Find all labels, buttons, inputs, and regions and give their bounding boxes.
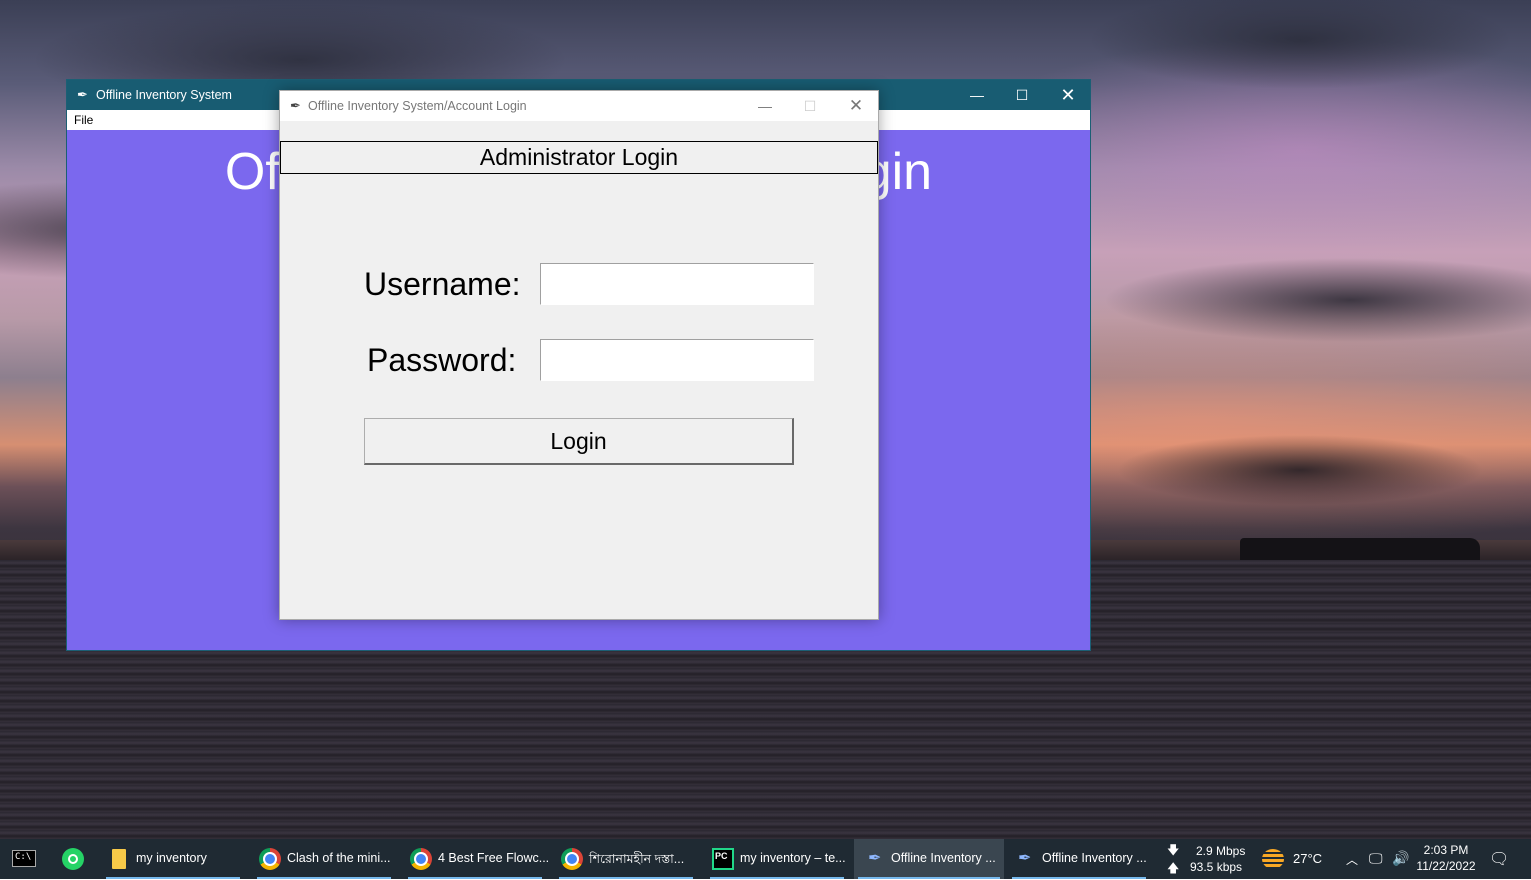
taskbar-item-whatsapp[interactable] bbox=[50, 839, 98, 879]
maximize-icon[interactable]: ☐ bbox=[999, 80, 1045, 110]
chevron-up-icon[interactable]: ︿ bbox=[1346, 851, 1358, 871]
close-icon[interactable]: ✕ bbox=[833, 91, 879, 121]
clock-date: 11/22/2022 bbox=[1416, 859, 1476, 873]
minimize-icon[interactable]: — bbox=[742, 91, 788, 121]
dialog-header: Administrator Login bbox=[280, 141, 878, 174]
taskbar-item-offline-inventory-1[interactable]: ✒ Offline Inventory ... bbox=[854, 839, 1004, 879]
taskbar-item-pycharm[interactable]: PC my inventory – te... bbox=[706, 839, 848, 879]
dialog-titlebar[interactable]: ✒ Offline Inventory System/Account Login… bbox=[280, 91, 878, 121]
clock-time: 2:03 PM bbox=[1423, 843, 1469, 857]
minimize-icon[interactable]: — bbox=[954, 80, 1000, 110]
taskbar-item-label: my inventory bbox=[136, 851, 207, 865]
download-speed: 2.9 Mbps bbox=[1196, 844, 1246, 858]
chrome-icon bbox=[561, 848, 583, 870]
feather-icon: ✒ bbox=[1018, 850, 1032, 867]
upload-speed: 93.5 kbps bbox=[1190, 860, 1243, 874]
taskbar-item-label: 4 Best Free Flowc... bbox=[438, 851, 550, 865]
feather-icon: ✒ bbox=[290, 98, 301, 113]
maximize-icon: ☐ bbox=[803, 98, 817, 114]
taskbar-item-terminal[interactable]: C:\ bbox=[0, 839, 48, 879]
feather-icon: ✒ bbox=[77, 87, 88, 102]
taskbar-item-label: শিরোনামহীন দস্তা... bbox=[589, 852, 685, 866]
whatsapp-icon bbox=[62, 848, 84, 870]
chrome-icon bbox=[259, 848, 281, 870]
terminal-icon: C:\ bbox=[12, 850, 36, 867]
close-icon[interactable]: ✕ bbox=[1045, 80, 1091, 110]
menu-file[interactable]: File bbox=[74, 113, 93, 127]
taskbar-item-label: Offline Inventory ... bbox=[891, 851, 996, 865]
network-icon[interactable]: 🖵 bbox=[1369, 850, 1383, 870]
taskbar-item-offline-inventory-2[interactable]: ✒ Offline Inventory ... bbox=[1008, 839, 1150, 879]
login-dialog: ✒ Offline Inventory System/Account Login… bbox=[279, 90, 879, 620]
taskbar-item-label: Clash of the mini... bbox=[287, 851, 391, 865]
weather-widget[interactable]: 27°C bbox=[1260, 839, 1340, 879]
password-label: Password: bbox=[367, 342, 517, 378]
main-window-title: Offline Inventory System bbox=[96, 88, 232, 102]
volume-icon[interactable]: 🔊 bbox=[1392, 850, 1409, 870]
taskbar-item-label: my inventory – te... bbox=[740, 851, 846, 865]
taskbar-item-label: Offline Inventory ... bbox=[1042, 851, 1147, 865]
weather-temp: 27°C bbox=[1293, 851, 1323, 866]
taskbar-item-chrome-2[interactable]: 4 Best Free Flowc... bbox=[404, 839, 550, 879]
username-field[interactable] bbox=[540, 263, 814, 305]
password-field[interactable] bbox=[540, 339, 814, 381]
folder-icon bbox=[112, 849, 126, 869]
chrome-icon bbox=[410, 848, 432, 870]
taskbar: C:\ my inventory Clash of the mini... 4 … bbox=[0, 839, 1531, 879]
network-speed[interactable]: 🡇 🡅 2.9 Mbps 93.5 kbps bbox=[1165, 839, 1255, 879]
username-label: Username: bbox=[364, 266, 521, 302]
dialog-title: Offline Inventory System/Account Login bbox=[308, 99, 527, 113]
notification-icon[interactable]: 🗨 bbox=[1489, 849, 1509, 869]
upload-arrow-icon: 🡅 bbox=[1167, 861, 1180, 875]
taskbar-item-folder[interactable]: my inventory bbox=[102, 839, 244, 879]
clock[interactable]: 2:03 PM 11/22/2022 bbox=[1412, 839, 1480, 879]
taskbar-item-chrome-1[interactable]: Clash of the mini... bbox=[253, 839, 395, 879]
feather-icon: ✒ bbox=[868, 850, 882, 867]
login-button[interactable]: Login bbox=[364, 418, 794, 465]
pycharm-icon: PC bbox=[712, 848, 734, 870]
taskbar-item-chrome-3[interactable]: শিরোনামহীন দস্তা... bbox=[555, 839, 697, 879]
weather-haze-icon bbox=[1262, 849, 1284, 869]
